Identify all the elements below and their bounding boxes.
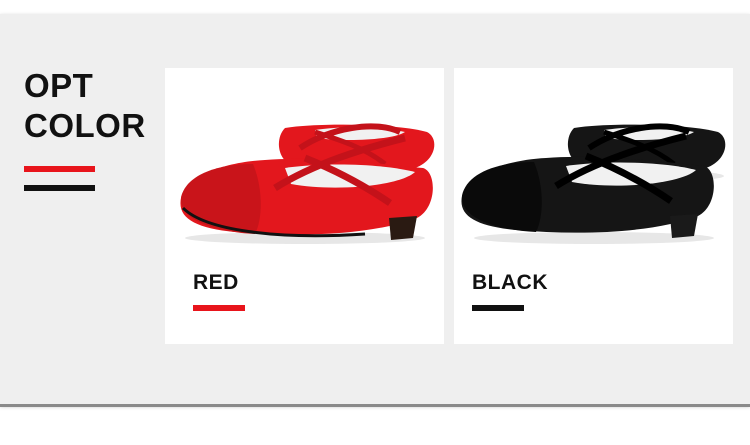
option-underline-red bbox=[193, 305, 245, 311]
color-option-red[interactable]: RED bbox=[165, 68, 444, 344]
heading-line-2: COLOR bbox=[24, 107, 146, 144]
color-option-black[interactable]: BLACK bbox=[454, 68, 733, 344]
option-label-black: BLACK bbox=[472, 271, 548, 294]
option-label-red: RED bbox=[193, 271, 239, 294]
option-underline-black bbox=[472, 305, 524, 311]
band-divider bbox=[0, 404, 750, 407]
section-heading: OPT COLOR bbox=[24, 66, 146, 146]
red-shoe-image bbox=[180, 123, 435, 244]
heading-line-1: OPT bbox=[24, 67, 94, 104]
black-shoe-image bbox=[461, 123, 726, 244]
red-stripe bbox=[24, 166, 95, 172]
black-stripe bbox=[24, 185, 95, 191]
